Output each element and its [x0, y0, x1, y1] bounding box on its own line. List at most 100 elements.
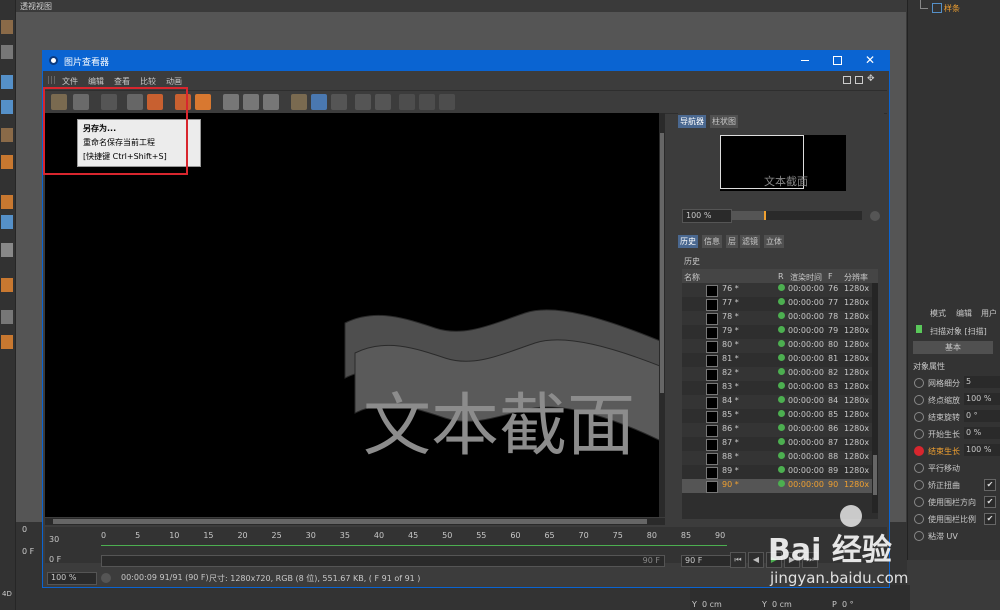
table-row[interactable]: 76 * 00:00:00 76 1280x [682, 283, 878, 297]
prop-value[interactable]: 0 % [964, 427, 1000, 439]
maximize-icon[interactable] [833, 56, 842, 65]
tab-info[interactable]: 信息 [702, 235, 722, 248]
table-row[interactable]: 81 * 00:00:00 81 1280x [682, 353, 878, 367]
col-r[interactable]: R [778, 272, 784, 281]
tool-icon[interactable] [1, 100, 13, 114]
coord-y2[interactable]: 0 cm [772, 600, 792, 609]
tool-icon[interactable] [1, 335, 13, 349]
tool-icon[interactable] [1, 310, 13, 324]
prop-radio[interactable] [914, 463, 924, 473]
navigator-preview[interactable]: 文本截面 [720, 135, 846, 191]
table-row[interactable]: 90 * 00:00:00 90 1280x [682, 479, 878, 493]
tab-layer[interactable]: 层 [726, 235, 738, 248]
prop-value[interactable]: 5 [964, 376, 1000, 388]
minimize-icon[interactable] [801, 60, 809, 61]
layout-icon[interactable] [843, 76, 851, 84]
table-row[interactable]: 84 * 00:00:00 84 1280x [682, 395, 878, 409]
prev-key-icon[interactable]: ◀ [748, 552, 764, 568]
prop-row[interactable]: 网格细分 5 [908, 375, 1000, 391]
end-frame-field[interactable]: 90 F [681, 555, 731, 567]
col-time[interactable]: 渲染时间 [790, 272, 822, 283]
close-icon[interactable]: ✕ [865, 53, 875, 67]
prop-row[interactable]: 结束生长 100 % [908, 443, 1000, 459]
table-row[interactable]: 79 * 00:00:00 79 1280x [682, 325, 878, 339]
compare-icon[interactable] [291, 94, 307, 110]
tab-history[interactable]: 历史 [678, 235, 698, 248]
tool-icon[interactable] [1, 278, 13, 292]
canvas-vscroll[interactable] [659, 113, 665, 517]
prop-row[interactable]: 结束旋转 0 ° [908, 409, 1000, 425]
ab-swap2-icon[interactable] [419, 94, 435, 110]
prop-radio[interactable] [914, 429, 924, 439]
tool-icon[interactable] [1, 195, 13, 209]
prop-radio[interactable] [914, 480, 924, 490]
split2-icon[interactable] [331, 94, 347, 110]
menu-animation[interactable]: 动画 [166, 76, 182, 87]
tool-icon[interactable] [1, 45, 13, 59]
tool-icon[interactable] [1, 75, 13, 89]
move-icon[interactable]: ✥ [867, 74, 875, 84]
export2-icon[interactable] [243, 94, 259, 110]
nav-zoom-slider[interactable] [732, 211, 862, 220]
prop-row[interactable]: 终点缩放 100 % [908, 392, 1000, 408]
prop-checkbox[interactable]: ✔ [984, 513, 996, 525]
table-row[interactable]: 88 * 00:00:00 88 1280x [682, 451, 878, 465]
prop-radio[interactable] [914, 412, 924, 422]
export3-icon[interactable] [263, 94, 279, 110]
slider-handle[interactable] [764, 211, 766, 220]
coord-p[interactable]: 0 ° [842, 600, 854, 609]
table-row[interactable]: 86 * 00:00:00 86 1280x [682, 423, 878, 437]
tab-stereo[interactable]: 立体 [764, 235, 784, 248]
col-res[interactable]: 分辨率 [844, 272, 868, 283]
ab-a-icon[interactable] [355, 94, 371, 110]
table-scroll-thumb[interactable] [873, 455, 877, 495]
menu-compare[interactable]: 比较 [140, 76, 156, 87]
attr-tab[interactable]: 编辑 [956, 308, 972, 319]
table-row[interactable]: 78 * 00:00:00 78 1280x [682, 311, 878, 325]
frame-start[interactable]: 30 [49, 535, 59, 544]
menu-view[interactable]: 查看 [114, 76, 130, 87]
ab-swap-icon[interactable] [399, 94, 415, 110]
prop-checkbox[interactable]: ✔ [984, 496, 996, 508]
status-arrow[interactable] [101, 573, 111, 583]
table-row[interactable]: 89 * 00:00:00 89 1280x [682, 465, 878, 479]
frame-slider[interactable]: 90 F [101, 555, 665, 567]
prop-radio[interactable] [914, 378, 924, 388]
tool-icon[interactable] [1, 20, 13, 34]
col-name[interactable]: 名称 [684, 272, 700, 283]
tab-basic[interactable]: 基本 [913, 341, 993, 354]
frame-field[interactable]: 0 F [49, 555, 61, 564]
panel-icon[interactable] [855, 76, 863, 84]
tool-icon[interactable] [1, 155, 13, 169]
status-zoom[interactable]: 100 % [47, 572, 97, 585]
table-row[interactable]: 77 * 00:00:00 77 1280x [682, 297, 878, 311]
split-icon[interactable] [311, 94, 327, 110]
table-row[interactable]: 80 * 00:00:00 80 1280x [682, 339, 878, 353]
tab-navigator[interactable]: 导航器 [678, 115, 706, 128]
menu-edit[interactable]: 编辑 [88, 76, 104, 87]
prop-radio[interactable] [914, 446, 924, 456]
frame-ruler[interactable]: 0 5 10 15 20 25 30 35 40 45 50 55 60 65 70 75 80 85 90 [101, 531, 727, 546]
table-row[interactable]: 85 * 00:00:00 85 1280x [682, 409, 878, 423]
prop-row[interactable]: 平行移动 [908, 460, 1000, 476]
window-title-bar[interactable]: 图片查看器 ✕ [43, 51, 889, 71]
top-right-item[interactable]: 样条 [944, 3, 960, 14]
hscroll-thumb[interactable] [53, 519, 647, 524]
tool-icon[interactable] [1, 128, 13, 142]
tab-filter[interactable]: 滤镜 [740, 235, 760, 248]
prop-row[interactable]: 开始生长 0 % [908, 426, 1000, 442]
attr-tab[interactable]: 用户 [981, 308, 997, 319]
render-region-icon[interactable] [195, 94, 211, 110]
menu-file[interactable]: 文件 [62, 76, 78, 87]
nav-zoom-field[interactable]: 100 % [682, 209, 732, 223]
tool-icon[interactable] [1, 243, 13, 257]
prop-checkbox[interactable]: ✔ [984, 479, 996, 491]
prop-value[interactable]: 0 ° [964, 410, 1000, 422]
table-vscroll[interactable] [872, 283, 878, 513]
mini-frame-field[interactable]: 0 F [22, 547, 34, 556]
prop-value[interactable]: 100 % [964, 393, 1000, 405]
canvas-hscroll[interactable] [45, 518, 665, 525]
table-row[interactable]: 83 * 00:00:00 83 1280x [682, 381, 878, 395]
scroll-thumb[interactable] [660, 133, 664, 393]
export-icon[interactable] [223, 94, 239, 110]
